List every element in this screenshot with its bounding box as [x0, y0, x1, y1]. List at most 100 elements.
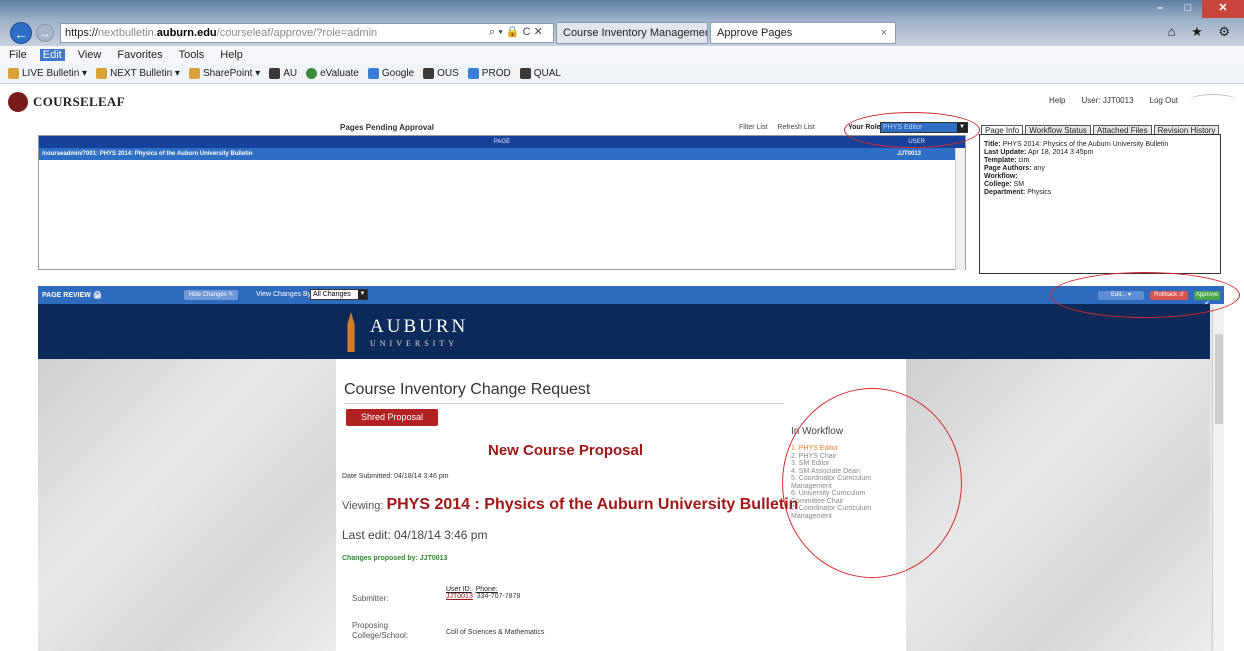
- fav-label: Google: [381, 68, 415, 79]
- maximize-button[interactable]: □: [1174, 0, 1202, 18]
- fav-sharepoint[interactable]: SharePoint ▾: [188, 68, 261, 79]
- fav-google[interactable]: Google: [367, 68, 415, 79]
- workflow-step: 7. Coordinator Curriculum Management: [791, 505, 872, 520]
- fav-evaluate[interactable]: eValuate: [306, 68, 359, 79]
- menu-file[interactable]: File: [6, 49, 30, 61]
- courseleaf-logo: COURSELEAF: [8, 92, 125, 112]
- row-page: /courseadmin/7001: PHYS 2014: Physics of…: [42, 151, 253, 157]
- window-controls: – □ ✕: [1146, 0, 1244, 18]
- fav-au[interactable]: AU: [269, 68, 297, 79]
- info-college: College: SM: [984, 181, 1025, 188]
- menu-view[interactable]: View: [75, 49, 105, 61]
- col-page: PAGE: [493, 139, 511, 145]
- preview-scrollbar[interactable]: [1212, 304, 1224, 651]
- info-template: Template: cim: [984, 157, 1030, 164]
- au-icon: [519, 68, 531, 79]
- url-path: /courseleaf/approve/?role=admin: [216, 27, 378, 39]
- view-changes-label: View Changes By:: [256, 291, 314, 298]
- viewing-prefix: Viewing:: [342, 500, 384, 512]
- close-tab-icon[interactable]: ×: [881, 23, 887, 43]
- filter-list-button[interactable]: Filter List: [739, 124, 767, 131]
- page-info-panel: Title: PHYS 2014: Physics of the Auburn …: [979, 134, 1221, 274]
- list-scrollbar[interactable]: [955, 148, 965, 270]
- shred-proposal-button[interactable]: Shred Proposal: [346, 409, 438, 426]
- hide-changes-button[interactable]: Hide Changes ✎: [184, 290, 238, 300]
- page-preview: AUBURN UNIVERSITY Course Inventory Chang…: [38, 304, 1224, 651]
- home-favorites-tools-icons[interactable]: ⌂ ★ ⚙: [1168, 24, 1236, 40]
- chevron-down-icon: ▼: [957, 123, 967, 132]
- fav-prod[interactable]: PROD: [467, 68, 511, 79]
- tab-course-inventory[interactable]: Course Inventory Management: [556, 22, 708, 44]
- rollback-button[interactable]: Rollback ↺: [1150, 291, 1188, 300]
- workflow-step: 3. SM Editor: [791, 460, 830, 467]
- fav-label: NEXT Bulletin ▾: [110, 68, 180, 79]
- address-controls[interactable]: ⌕ ▾ 🔒 C ✕: [489, 25, 543, 39]
- refresh-list-button[interactable]: Refresh List: [777, 124, 814, 131]
- fav-label: PROD: [481, 68, 511, 79]
- divider: [344, 403, 784, 404]
- fav-next-bulletin[interactable]: NEXT Bulletin ▾: [96, 68, 180, 79]
- info-workflow: Workflow:: [984, 173, 1018, 180]
- user-id-label: User ID:: [446, 586, 472, 593]
- fav-label: eValuate: [320, 68, 359, 79]
- pending-title: Pages Pending Approval: [340, 123, 434, 132]
- user-id-link[interactable]: JJT0013: [446, 593, 473, 600]
- logo-text: COURSELEAF: [33, 94, 125, 109]
- folder-icon: [96, 68, 108, 79]
- logout-link[interactable]: Log Out: [1150, 96, 1178, 105]
- au-icon: [423, 68, 435, 79]
- address-bar[interactable]: https:// nextbulletin. auburn.edu /cours…: [60, 23, 554, 43]
- submitter-label: Submitter:: [352, 594, 389, 603]
- forward-arrow-icon[interactable]: →: [36, 24, 54, 42]
- tab-label: Approve Pages: [717, 27, 793, 39]
- menu-favorites[interactable]: Favorites: [114, 49, 165, 61]
- fav-label: LIVE Bulletin ▾: [22, 68, 88, 79]
- fav-label: SharePoint ▾: [202, 68, 261, 79]
- page-review-bar: PAGE REVIEW 🖨 Hide Changes ✎ View Change…: [38, 286, 1224, 307]
- menu-help[interactable]: Help: [217, 49, 246, 61]
- phone-value: 334-707-7878: [476, 593, 521, 600]
- proposal-heading: New Course Proposal: [488, 442, 644, 459]
- stone-background-right: [906, 359, 1210, 651]
- decorative-wave: [1190, 94, 1236, 106]
- tower-icon: [347, 312, 355, 352]
- courseleaf-header: COURSELEAF Help User: JJT0013 Log Out: [0, 85, 1244, 117]
- info-authors: Page Authors: any: [984, 165, 1045, 172]
- back-arrow-icon[interactable]: ←: [10, 22, 32, 44]
- tab-approve-pages[interactable]: Approve Pages ×: [710, 22, 896, 44]
- help-link[interactable]: Help: [1049, 96, 1065, 105]
- menu-edit[interactable]: Edit: [39, 49, 65, 61]
- ie-icon: [467, 68, 479, 79]
- fav-label: AU: [283, 68, 298, 79]
- au-icon: [269, 68, 281, 79]
- chevron-down-icon: ▼: [358, 290, 367, 299]
- workflow-panel: In Workflow 1. PHYS Editor 2. PHYS Chair…: [791, 426, 901, 520]
- viewing-course: PHYS 2014 : Physics of the Auburn Univer…: [386, 496, 799, 513]
- role-select[interactable]: PHYS Editor ▼: [880, 122, 968, 133]
- stone-background-left: [38, 359, 336, 651]
- tab-label: Course Inventory Management: [563, 27, 708, 39]
- list-header: PAGE USER: [39, 136, 965, 148]
- fav-qual[interactable]: QUAL: [519, 68, 561, 79]
- info-department: Department: Physics: [984, 189, 1052, 196]
- url-host: auburn.edu: [156, 27, 217, 39]
- globe-icon: [306, 68, 318, 79]
- info-title: Title: PHYS 2014: Physics of the Auburn …: [984, 141, 1169, 148]
- approve-button[interactable]: Approve ✔: [1194, 291, 1220, 307]
- list-row[interactable]: /courseadmin/7001: PHYS 2014: Physics of…: [39, 148, 965, 160]
- edit-button[interactable]: Edit... ▾: [1098, 291, 1144, 300]
- favorites-bar: LIVE Bulletin ▾ NEXT Bulletin ▾ SharePoi…: [0, 64, 1244, 84]
- browser-titlebar: – □ ✕ ← → https:// nextbulletin. auburn.…: [0, 0, 1244, 46]
- viewing-line: Viewing: PHYS 2014 : Physics of the Aubu…: [342, 496, 798, 514]
- minimize-button[interactable]: –: [1146, 0, 1174, 18]
- close-window-button[interactable]: ✕: [1202, 0, 1244, 18]
- user-label: User: JJT0013: [1081, 95, 1134, 105]
- workflow-step: 5. Coordinator Curriculum Management: [791, 475, 872, 490]
- page-review-label[interactable]: PAGE REVIEW 🖨: [42, 291, 102, 299]
- fav-live-bulletin[interactable]: LIVE Bulletin ▾: [8, 68, 87, 79]
- fav-ous[interactable]: OUS: [423, 68, 459, 79]
- folder-icon: [8, 68, 19, 79]
- scrollbar-thumb[interactable]: [1215, 334, 1223, 424]
- view-changes-select[interactable]: All Changes ▼: [310, 289, 368, 300]
- menu-tools[interactable]: Tools: [176, 49, 208, 61]
